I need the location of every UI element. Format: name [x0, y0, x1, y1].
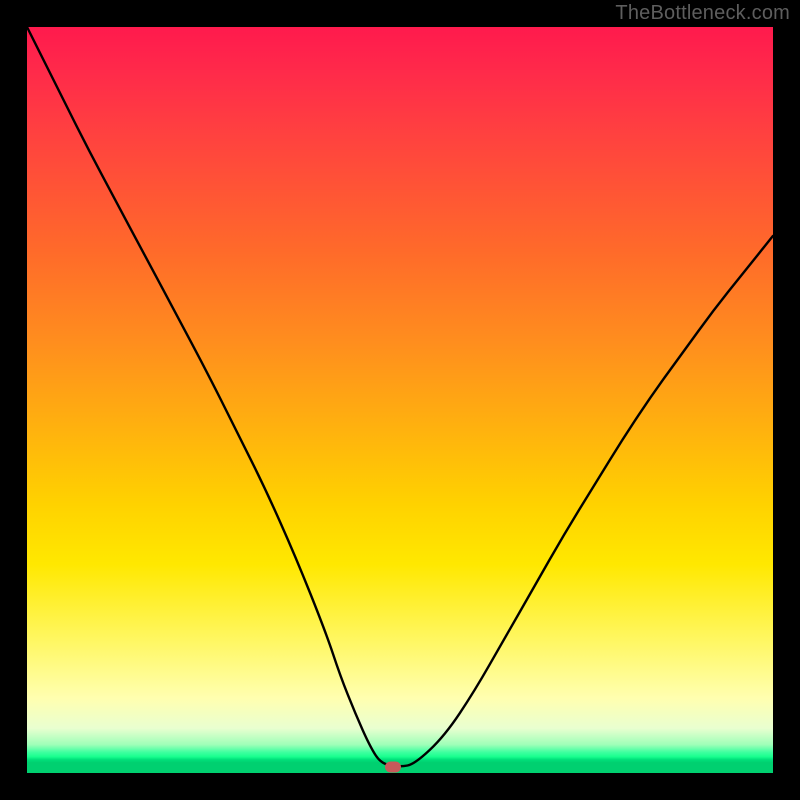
- watermark-link[interactable]: TheBottleneck.com: [615, 2, 790, 25]
- plot-area: [27, 27, 773, 773]
- chart-frame: TheBottleneck.com: [0, 0, 800, 800]
- bottleneck-curve: [27, 27, 773, 773]
- optimal-point-marker: [385, 762, 401, 773]
- curve-path: [27, 27, 773, 766]
